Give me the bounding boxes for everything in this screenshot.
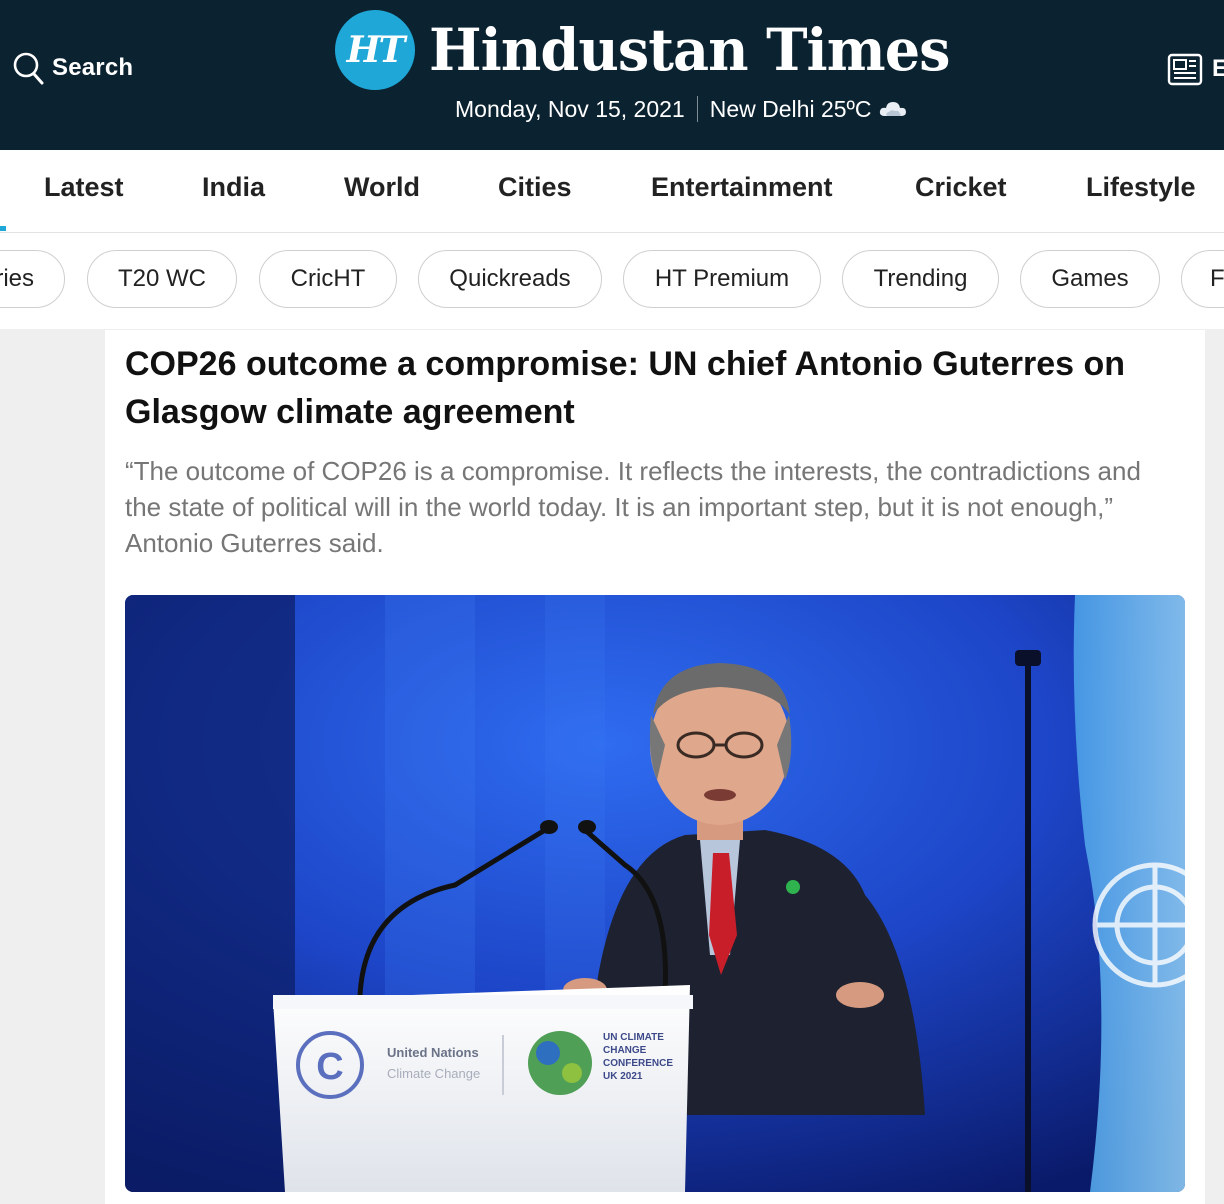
svg-text:C: C xyxy=(316,1046,343,1088)
pill-trending[interactable]: Trending xyxy=(842,250,999,308)
article-summary: “The outcome of COP26 is a compromise. I… xyxy=(125,456,1141,558)
pill-cricht[interactable]: CricHT xyxy=(259,250,397,308)
article-card: COP26 outcome a compromise: UN chief Ant… xyxy=(105,330,1205,1204)
nav-world[interactable]: World xyxy=(344,172,420,203)
search-icon xyxy=(13,52,44,85)
epaper-button[interactable]: E xyxy=(1166,50,1224,88)
pill-ht-premium[interactable]: HT Premium xyxy=(623,250,821,308)
pill-more[interactable]: F xyxy=(1181,250,1224,308)
pill-t20wc[interactable]: T20 WC xyxy=(87,250,237,308)
speaker-photo: C United Nations Climate Change UN CLIMA… xyxy=(125,595,1185,1192)
search-button[interactable]: Search xyxy=(12,50,133,86)
nav-latest[interactable]: Latest xyxy=(44,172,124,203)
podium-org-sublabel: Climate Change xyxy=(387,1066,480,1081)
nav-cricket[interactable]: Cricket xyxy=(915,172,1007,203)
nav-cities[interactable]: Cities xyxy=(498,172,572,203)
main-nav: Latest India World Cities Entertainment … xyxy=(0,150,1224,233)
cloud-icon xyxy=(879,102,906,116)
site-header: Search HT Hindustan Times Monday, Nov 15… xyxy=(0,0,1224,150)
current-date: Monday, Nov 15, 2021 xyxy=(455,95,685,122)
article-image[interactable]: C United Nations Climate Change UN CLIMA… xyxy=(125,595,1185,1192)
search-label: Search xyxy=(52,54,134,81)
nav-india[interactable]: India xyxy=(202,172,265,203)
active-indicator xyxy=(0,226,6,231)
pill-games[interactable]: Games xyxy=(1020,250,1160,308)
nav-lifestyle[interactable]: Lifestyle xyxy=(1086,172,1196,203)
dateline: Monday, Nov 15, 2021 New Delhi 25ºC xyxy=(455,92,908,126)
pill-stories[interactable]: ries xyxy=(0,250,65,308)
nav-entertainment[interactable]: Entertainment xyxy=(651,172,833,203)
article-headline[interactable]: COP26 outcome a compromise: UN chief Ant… xyxy=(125,340,1175,436)
logo-wordmark: Hindustan Times xyxy=(429,16,951,84)
newspaper-icon xyxy=(1167,53,1203,86)
pill-quickreads[interactable]: Quickreads xyxy=(418,250,602,308)
site-logo[interactable]: HT Hindustan Times xyxy=(335,10,971,90)
epaper-label: E xyxy=(1212,55,1224,82)
podium-org-label: United Nations xyxy=(387,1045,479,1060)
divider xyxy=(696,96,698,122)
city-weather: New Delhi 25ºC xyxy=(709,95,872,122)
topic-pills: ries T20 WC CricHT Quickreads HT Premium… xyxy=(0,233,1224,329)
logo-badge: HT xyxy=(335,10,415,90)
